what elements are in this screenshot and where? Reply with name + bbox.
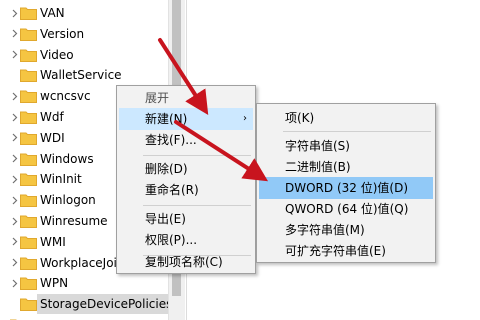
menu-item-label: QWORD (64 位)值(Q) [285,202,409,216]
tree-item[interactable]: Video [0,45,168,65]
chevron-right-icon[interactable] [10,107,20,127]
folder-icon [20,193,37,208]
tree-item-label: WMI [40,234,66,249]
tree-item-label: Windows [40,151,94,166]
menu-item-copy-key-name[interactable]: 复制项名称(C) [119,251,253,273]
folder-icon [20,235,37,249]
menu-item-label: 字符串值(S) [285,139,350,153]
submenu-item-string-value[interactable]: 字符串值(S) [259,135,433,157]
folder-icon [20,214,37,228]
tree-item-label: Version [40,26,85,41]
submenu-arrow-icon: › [243,113,247,124]
menu-item-label: 多字符串值(M) [285,223,365,237]
menu-item-label: 二进制值(B) [285,160,351,174]
tree-item-label: wcncsvc [40,89,91,104]
submenu-item-expandable-string-value[interactable]: 可扩充字符串值(E) [259,240,433,262]
tree-item-label: Video [40,47,74,62]
chevron-right-icon[interactable] [10,273,20,293]
menu-item-label: 可扩充字符串值(E) [285,244,386,258]
chevron-right-icon[interactable] [10,169,20,189]
tree-item-label: WalletService [40,68,122,83]
submenu-item-key[interactable]: 项(K) [259,107,433,129]
folder-icon [20,256,37,270]
menu-item-delete[interactable]: 删除(D) [119,158,253,180]
new-submenu: 项(K) 字符串值(S) 二进制值(B) DWORD (32 位)值(D) QW… [256,103,436,263]
menu-item-label: 复制项名称(C) [145,255,223,269]
tree-item[interactable]: Version [0,24,168,44]
menu-item-find[interactable]: 查找(F)... [119,129,253,151]
tree-item-label: Enum [30,315,64,320]
submenu-item-binary-value[interactable]: 二进制值(B) [259,156,433,178]
menu-item-permissions[interactable]: 权限(P)... [119,229,253,251]
folder-icon [20,276,37,291]
tree-item-label: VAN [40,6,65,20]
tree-item[interactable]: WPN [0,273,168,293]
menu-item-label: 项(K) [285,111,315,125]
chevron-right-icon[interactable] [10,45,20,65]
menu-item-label: 重命名(R) [145,183,199,197]
folder-icon [20,48,37,62]
menu-item-label: 新建(N) [145,112,188,126]
menu-separator [283,131,431,132]
folder-icon [20,152,37,166]
tree-item[interactable]: Enum [0,315,168,320]
context-menu: 展开 新建(N) › 查找(F)... 删除(D) 重命名(R) 导出(E) 权… [116,85,256,274]
tree-item-label: Wdf [40,110,64,124]
chevron-right-icon[interactable] [10,149,20,169]
chevron-right-icon[interactable] [10,128,20,148]
folder-icon [20,131,37,145]
chevron-right-icon[interactable] [10,86,20,106]
chevron-right-icon[interactable] [10,3,20,23]
menu-item-label: 权限(P)... [145,233,198,247]
folder-icon [20,68,37,83]
tree-item-label: Winresume [40,214,108,228]
chevron-right-icon[interactable] [0,315,10,320]
menu-item-expand[interactable]: 展开 [119,87,253,109]
folder-icon [20,110,37,124]
tree-item-label: WorkplaceJoin [40,255,125,270]
folder-icon [20,297,37,312]
tree-item-label: StorageDevicePolicies [37,294,168,315]
menu-item-new[interactable]: 新建(N) › [119,108,253,130]
menu-separator [143,155,251,156]
submenu-item-qword-value[interactable]: QWORD (64 位)值(Q) [259,198,433,220]
tree-item-label: WDI [40,130,65,145]
menu-item-label: DWORD (32 位)值(D) [285,181,408,195]
chevron-right-icon[interactable] [10,253,20,273]
tree-item-label: WinInit [40,172,82,187]
folder-icon [20,89,37,104]
chevron-right-icon[interactable] [10,211,20,231]
folder-icon [20,172,37,187]
tree-item-label: Winlogon [40,193,96,208]
submenu-item-multi-string-value[interactable]: 多字符串值(M) [259,219,433,241]
menu-item-label: 导出(E) [145,212,186,226]
menu-item-label: 查找(F)... [145,133,197,147]
tree-item-selected[interactable]: StorageDevicePolicies [0,294,168,315]
menu-item-export[interactable]: 导出(E) [119,208,253,230]
submenu-item-dword-value[interactable]: DWORD (32 位)值(D) [259,177,433,199]
tree-item[interactable]: VAN [0,3,168,23]
folder-icon [20,6,37,20]
menu-item-label: 展开 [145,91,170,105]
menu-item-rename[interactable]: 重命名(R) [119,179,253,201]
menu-separator [143,205,251,206]
chevron-right-icon[interactable] [10,190,20,210]
tree-item[interactable]: WalletService [0,65,168,85]
tree-item-label: WPN [40,276,69,291]
chevron-right-icon[interactable] [10,232,20,252]
folder-icon [20,27,37,41]
menu-item-label: 删除(D) [145,162,188,176]
chevron-right-icon[interactable] [10,24,20,44]
